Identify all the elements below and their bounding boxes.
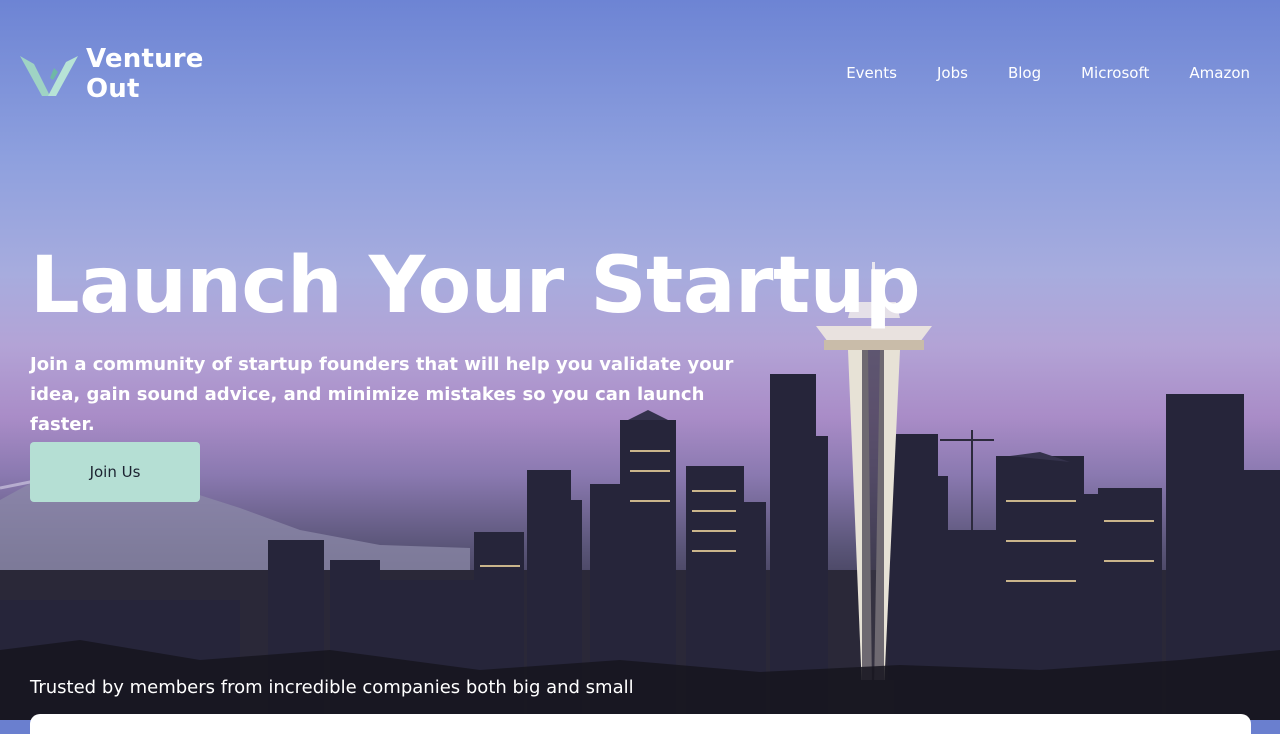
logos-card — [30, 714, 1251, 734]
venture-out-logo-icon — [20, 56, 78, 96]
hero-title: Launch Your Startup — [30, 241, 921, 331]
main-nav: Events Jobs Blog Microsoft Amazon — [806, 63, 1250, 83]
nav-link-amazon[interactable]: Amazon — [1189, 63, 1250, 83]
join-us-button[interactable]: Join Us — [30, 442, 200, 502]
nav-link-microsoft[interactable]: Microsoft — [1081, 63, 1149, 83]
nav-link-events[interactable]: Events — [846, 63, 897, 83]
brand-name-line2: Out — [86, 74, 140, 104]
nav-link-jobs[interactable]: Jobs — [937, 63, 968, 83]
nav-link-blog[interactable]: Blog — [1008, 63, 1041, 83]
site-header: Venture Out Events Jobs Blog Microsoft A… — [0, 0, 1280, 146]
brand-logo[interactable]: Venture Out — [20, 44, 204, 104]
hero-subtitle: Join a community of startup founders tha… — [30, 354, 734, 435]
brand-name: Venture Out — [86, 44, 204, 104]
trusted-by-text: Trusted by members from incredible compa… — [30, 677, 634, 698]
brand-name-line1: Venture — [86, 44, 204, 74]
